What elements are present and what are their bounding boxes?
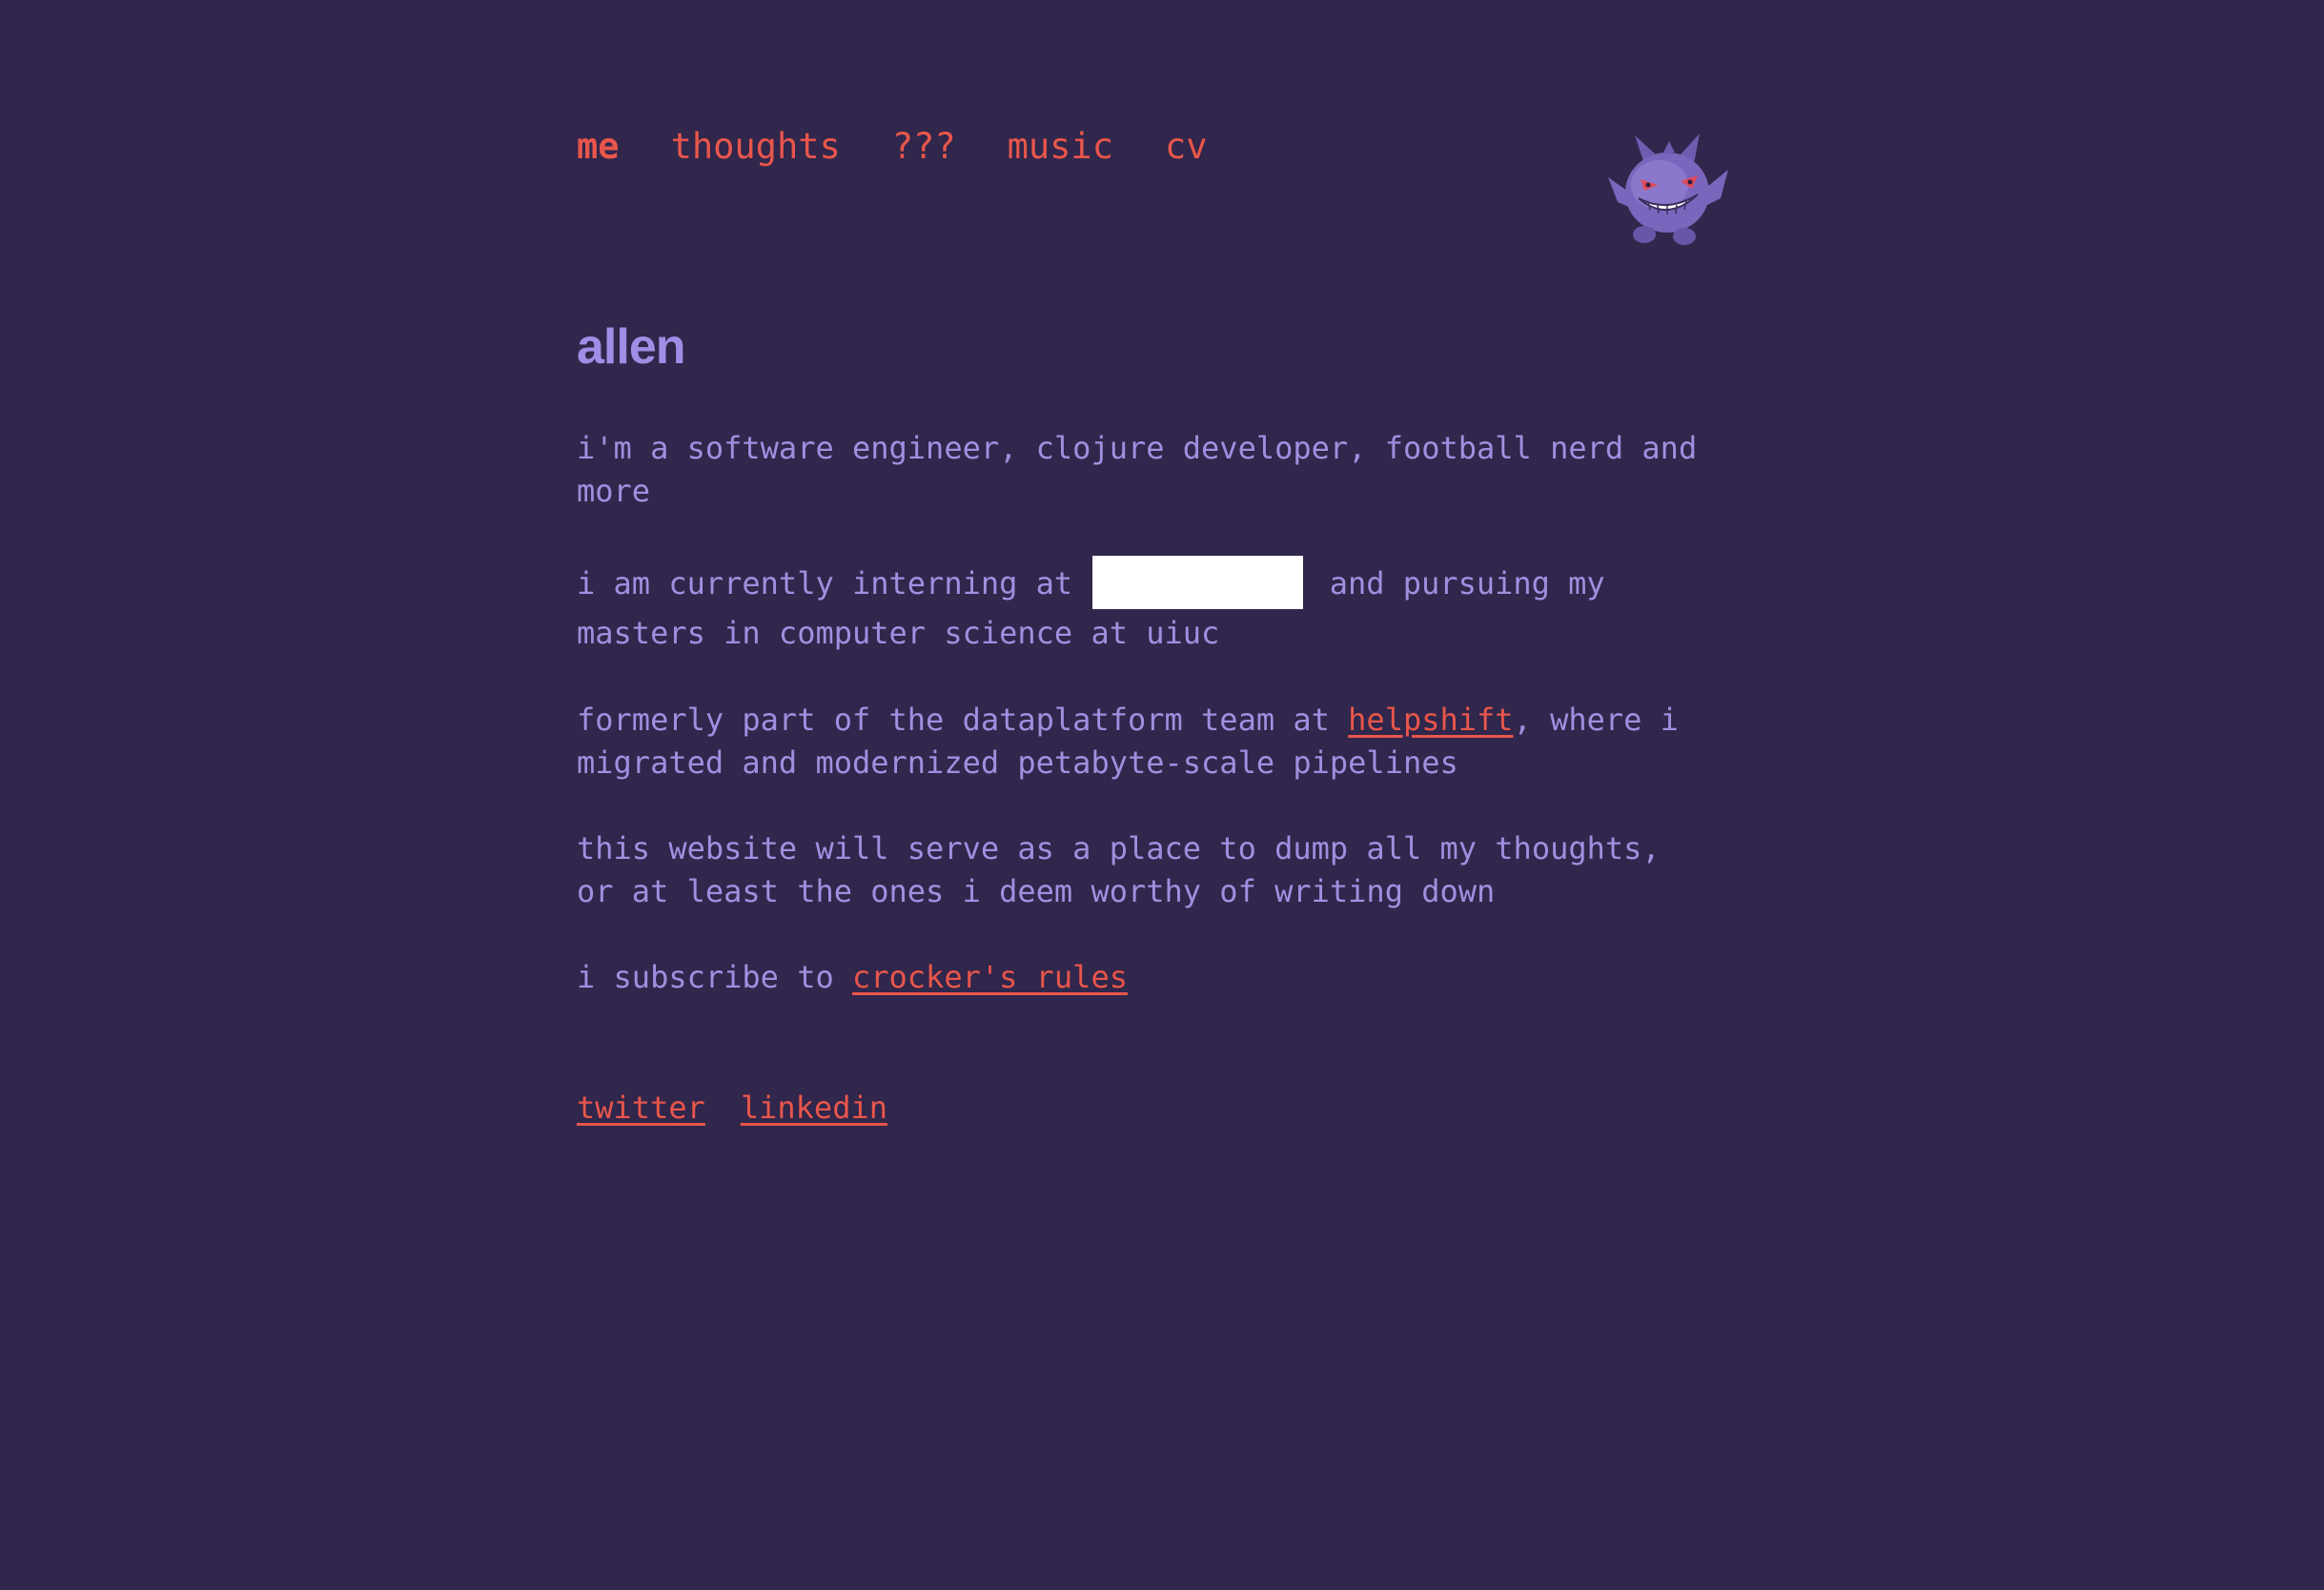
gengar-sprite-icon — [1608, 133, 1728, 245]
redacted-company-box — [1092, 556, 1304, 609]
crockers-rules-link[interactable]: crocker's rules — [852, 959, 1128, 995]
nav-item-music[interactable]: music — [1008, 124, 1113, 170]
bio-crockers-lead: i subscribe to — [577, 959, 852, 995]
helpshift-link[interactable]: helpshift — [1348, 702, 1513, 738]
bio-intro: i'm a software engineer, clojure develop… — [577, 430, 1698, 509]
bio-website-purpose: this website will serve as a place to du… — [577, 830, 1661, 909]
bio-former-role-lead: formerly part of the dataplatform team a… — [577, 702, 1349, 738]
bio-current-role: i am currently interning at and pursuing… — [577, 556, 1702, 658]
linkedin-link[interactable]: linkedin — [741, 1087, 887, 1130]
page: me thoughts ??? music cv allen i'm a sof… — [577, 0, 1730, 1590]
bio: i'm a software engineer, clojure develop… — [577, 427, 1702, 1042]
bio-crockers: i subscribe to crocker's rules — [577, 956, 1702, 999]
twitter-link[interactable]: twitter — [577, 1087, 705, 1130]
nav-item-me[interactable]: me — [577, 124, 620, 170]
page-title: allen — [577, 319, 685, 375]
top-nav: me thoughts ??? music cv — [577, 124, 1259, 170]
nav-item-cv[interactable]: cv — [1165, 124, 1208, 170]
bio-former-role: formerly part of the dataplatform team a… — [577, 699, 1702, 785]
nav-item-thoughts[interactable]: thoughts — [671, 124, 841, 170]
bio-current-role-lead: i am currently interning at — [577, 565, 1073, 601]
social-links: twitter linkedin — [577, 1087, 887, 1130]
nav-item-mystery[interactable]: ??? — [892, 124, 956, 170]
